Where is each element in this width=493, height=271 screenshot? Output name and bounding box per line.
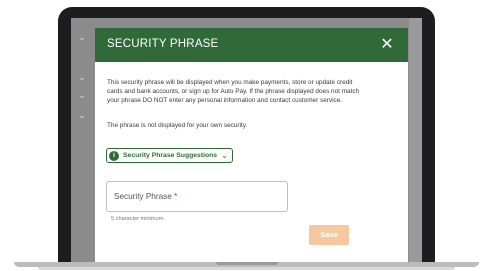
security-phrase-label-text: Security Phrase	[114, 192, 172, 201]
security-phrase-dialog: SECURITY PHRASE ✕ This security phrase w…	[95, 28, 408, 263]
security-phrase-label: Security Phrase *	[114, 192, 177, 201]
security-phrase-input[interactable]: Security Phrase *	[106, 181, 288, 212]
background-chevron-icon: ⌄	[78, 32, 86, 42]
chevron-down-icon: ⌄	[221, 150, 228, 160]
description-text: This security phrase will be displayed w…	[107, 78, 397, 105]
info-icon: i	[109, 150, 119, 161]
laptop-screen: ⌄ ⌄ ⌄ ⌄ SECURITY PHRASE ✕ This security …	[71, 18, 422, 263]
suggestions-label: Security Phrase Suggestions	[123, 152, 218, 159]
dialog-title: SECURITY PHRASE	[107, 38, 219, 50]
character-minimum-hint: 5 character minimum.	[111, 216, 165, 222]
description-line: your phrase DO NOT enter any personal in…	[107, 97, 343, 104]
suggestions-toggle-button[interactable]: i Security Phrase Suggestions ⌄	[106, 148, 233, 163]
description-line: cards and bank accounts, or sign up for …	[107, 88, 360, 95]
laptop-base-shadow	[38, 267, 455, 270]
required-marker: *	[174, 192, 178, 201]
laptop-notch	[216, 262, 278, 265]
background-chevron-icon: ⌄	[78, 110, 86, 120]
close-icon[interactable]: ✕	[378, 34, 396, 56]
security-note: The phrase is not displayed for your own…	[107, 122, 248, 129]
dialog-header: SECURITY PHRASE ✕	[95, 28, 408, 62]
description-line: This security phrase will be displayed w…	[107, 79, 353, 86]
background-panel	[409, 18, 422, 263]
save-button[interactable]: Save	[309, 225, 349, 245]
